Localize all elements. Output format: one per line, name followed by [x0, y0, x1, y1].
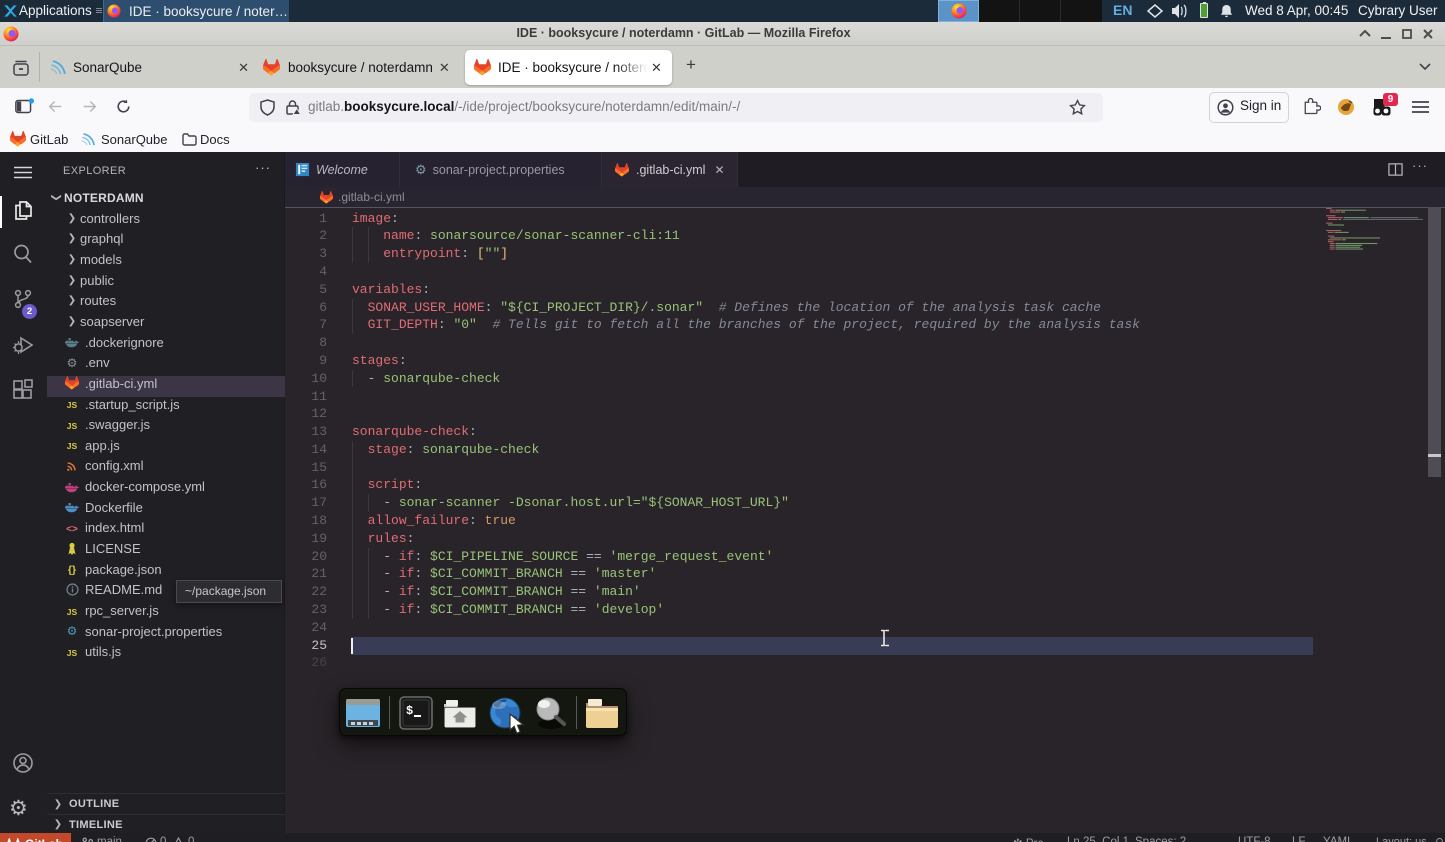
- svg-text:$: $: [406, 704, 413, 718]
